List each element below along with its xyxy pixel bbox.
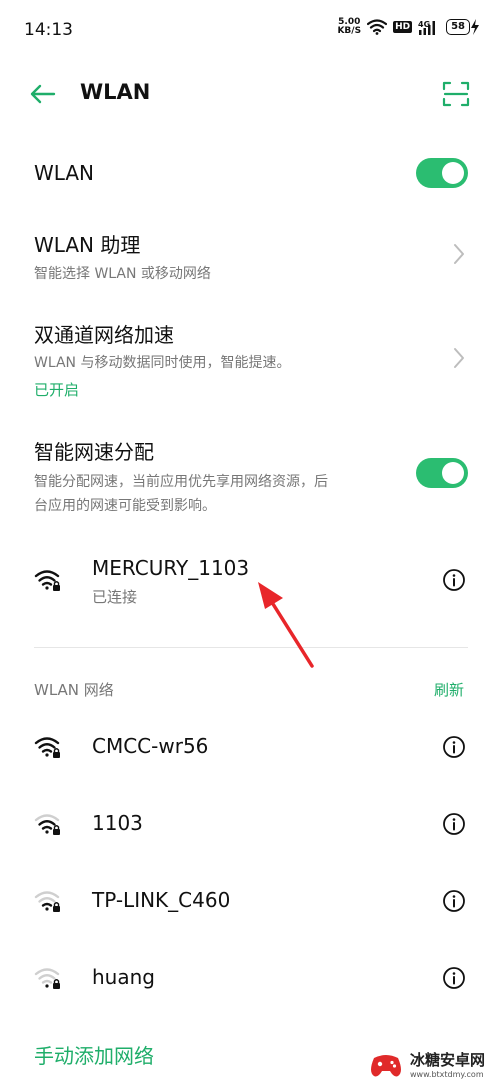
smart-speed-switch[interactable] (416, 458, 468, 488)
wifi-locked-icon (34, 814, 60, 835)
status-time: 14:13 (24, 20, 73, 40)
status-icons: 5.00 KB/S HD 4G 58 (337, 18, 480, 36)
smart-speed-title: 智能网速分配 (34, 440, 154, 464)
scan-qr-icon[interactable] (442, 80, 470, 108)
chevron-right-icon (454, 348, 464, 368)
refresh-button[interactable]: 刷新 (434, 679, 464, 700)
connected-network-row[interactable]: MERCURY_1103 已连接 (0, 550, 500, 614)
wifi-locked-icon (34, 570, 60, 591)
charging-icon (471, 19, 479, 35)
wlan-networks-section-label: WLAN 网络 (34, 681, 114, 699)
info-icon[interactable] (442, 735, 466, 759)
network-speed: 5.00 KB/S (337, 18, 361, 36)
site-watermark: 冰糖安卓网 www.btxtdmy.com (368, 1044, 500, 1084)
wlan-switch[interactable] (416, 158, 468, 188)
wifi-locked-icon (34, 737, 60, 758)
watermark-name: 冰糖安卓网 (410, 1051, 486, 1069)
hd-badge: HD (393, 21, 413, 33)
network-name: CMCC-wr56 (92, 734, 209, 758)
wlan-toggle-label: WLAN (34, 161, 95, 185)
battery-indicator: 58 (446, 19, 480, 35)
wlan-assistant-title: WLAN 助理 (34, 233, 141, 257)
connected-network-status: 已连接 (92, 588, 138, 606)
gamepad-logo-icon (371, 1055, 401, 1077)
app-header: WLAN (0, 66, 500, 122)
network-name: TP-LINK_C460 (92, 888, 231, 912)
dual-channel-title: 双通道网络加速 (34, 323, 174, 347)
wlan-assistant-subtitle: 智能选择 WLAN 或移动网络 (34, 266, 211, 282)
status-bar: 14:13 5.00 KB/S HD 4G 58 (0, 0, 500, 60)
network-item[interactable]: TP-LINK_C460 (0, 879, 500, 925)
page-title: WLAN (80, 80, 151, 104)
network-speed-unit: KB/S (337, 26, 362, 36)
network-name: 1103 (92, 811, 143, 835)
network-item[interactable]: 1103 (0, 802, 500, 848)
network-name: huang (92, 965, 155, 989)
dual-channel-row[interactable]: 双通道网络加速 WLAN 与移动数据同时使用，智能提速。 已开启 (0, 316, 500, 406)
chevron-right-icon (454, 244, 464, 264)
wlan-assistant-row[interactable]: WLAN 助理 智能选择 WLAN 或移动网络 (0, 226, 500, 286)
smart-speed-row[interactable]: 智能网速分配 智能分配网速，当前应用优先享用网络资源，后 台应用的网速可能受到影… (0, 433, 500, 523)
watermark-url: www.btxtdmy.com (410, 1070, 484, 1079)
add-network-button[interactable]: 手动添加网络 (34, 1040, 154, 1069)
info-icon[interactable] (442, 568, 466, 592)
wifi-locked-icon (34, 968, 60, 989)
network-item[interactable]: huang (0, 956, 500, 1002)
smart-speed-subtitle-line1: 智能分配网速，当前应用优先享用网络资源，后 (34, 474, 328, 490)
wlan-toggle-row[interactable]: WLAN (0, 150, 500, 196)
smart-speed-subtitle-line2: 台应用的网速可能受到影响。 (34, 498, 216, 514)
connected-network-name: MERCURY_1103 (92, 556, 250, 580)
watermark-text: 冰糖安卓网 www.btxtdmy.com (410, 1049, 485, 1079)
switch-knob (442, 162, 464, 184)
section-divider (34, 647, 468, 648)
dual-channel-subtitle: WLAN 与移动数据同时使用，智能提速。 (34, 355, 291, 371)
info-icon[interactable] (442, 812, 466, 836)
cellular-signal-icon: 4G (418, 20, 436, 35)
battery-level: 58 (446, 19, 470, 35)
wifi-status-icon (367, 19, 388, 35)
back-arrow-icon[interactable] (28, 80, 58, 108)
info-icon[interactable] (442, 966, 466, 990)
wifi-locked-icon (34, 891, 60, 912)
switch-knob (442, 462, 464, 484)
dual-channel-status: 已开启 (34, 381, 80, 399)
info-icon[interactable] (442, 889, 466, 913)
network-item[interactable]: CMCC-wr56 (0, 725, 500, 771)
